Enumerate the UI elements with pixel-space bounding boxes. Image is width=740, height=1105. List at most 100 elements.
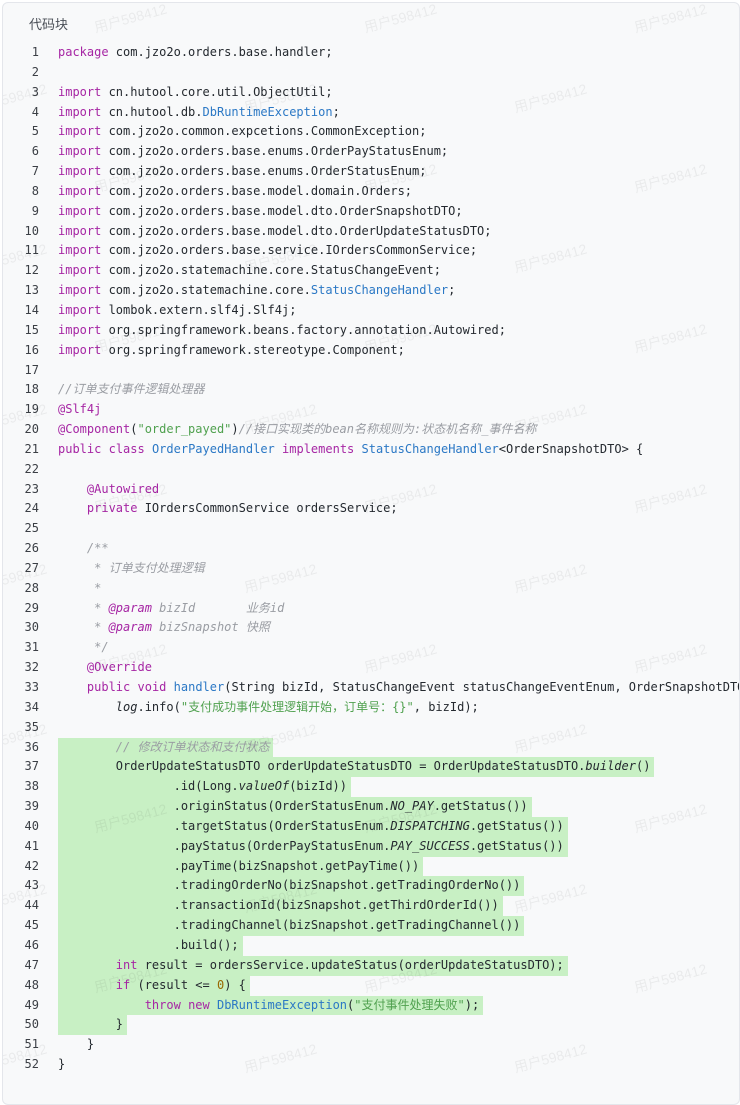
line-number: 22 xyxy=(24,461,39,476)
code-line: 27 * 订单支付处理逻辑 xyxy=(3,559,739,579)
code-line: 35 xyxy=(3,718,739,738)
code-line: 13 import com.jzo2o.statemachine.core.Sta… xyxy=(3,281,739,301)
line-text: @Component("order_payed")//接口实现类的bean名称规… xyxy=(58,422,537,437)
code-line: 8 import com.jzo2o.orders.base.model.doma… xyxy=(3,182,739,202)
line-text: @Slf4j xyxy=(58,402,102,417)
line-number: 19 xyxy=(24,402,39,417)
line-text: public class OrderPayedHandler implement… xyxy=(58,441,644,456)
line-text: public void handler(String bizId, Status… xyxy=(86,680,739,694)
code-line: 50 } xyxy=(3,1015,739,1036)
line-number: 45 xyxy=(24,918,39,933)
line-text: import com.jzo2o.orders.base.service.IOr… xyxy=(58,243,478,258)
line-number: 18 xyxy=(24,382,39,397)
code-line: 21 public class OrderPayedHandler impleme… xyxy=(3,440,739,460)
line-text: private IOrdersCommonService ordersServi… xyxy=(86,501,398,516)
line-text: */ xyxy=(58,640,109,655)
code-line: 19 @Slf4j xyxy=(3,400,739,420)
line-number: 17 xyxy=(24,362,39,377)
line-text: import cn.hutool.db.DbRuntimeException; xyxy=(58,104,340,119)
code-line: 31 */ xyxy=(3,638,739,658)
code-line: 41 .payStatus(OrderPayStatusEnum.PAY_SUC… xyxy=(3,836,739,857)
line-number: 37 xyxy=(24,759,39,774)
code-line: 32 @Override xyxy=(3,658,739,678)
line-number: 25 xyxy=(24,521,39,536)
line-text: log.info("支付成功事件处理逻辑开始，订单号：{}", bizId); xyxy=(115,699,479,714)
line-number: 34 xyxy=(24,699,39,714)
code-block-panel: 代码块 1 package com.jzo2o.orders.base.handl… xyxy=(2,2,740,1105)
code-line: 10 import com.jzo2o.orders.base.model.dto… xyxy=(3,222,739,242)
code-line: 43 .tradingOrderNo(bizSnapshot.getTradin… xyxy=(3,876,739,897)
code-line: 18 //订单支付事件逻辑处理器 xyxy=(3,380,739,400)
line-text: * xyxy=(58,580,102,595)
code-line: 30 * @param bizSnapshot 快照 xyxy=(3,618,739,638)
line-number: 1 xyxy=(31,45,39,59)
code-line: 11 import com.jzo2o.orders.base.service.I… xyxy=(3,241,739,261)
code-block-title: 代码块 xyxy=(29,17,69,32)
code-line: 38 .id(Long.valueOf(bizId)) xyxy=(3,777,739,798)
code-line: 42 .payTime(bizSnapshot.getPayTime()) xyxy=(3,856,739,877)
line-text: .originStatus(OrderStatusEnum.NO_PAY.get… xyxy=(58,799,528,814)
line-text: * @param bizSnapshot 快照 xyxy=(58,620,270,635)
line-text: .tradingOrderNo(bizSnapshot.getTradingOr… xyxy=(58,878,521,893)
line-number: 35 xyxy=(24,719,39,734)
line-text: import com.jzo2o.orders.base.model.dto.O… xyxy=(58,203,463,218)
line-number: 16 xyxy=(24,342,39,357)
line-number: 8 xyxy=(31,183,39,198)
line-number: 12 xyxy=(24,263,39,278)
code-line: 20 @Component("order_payed")//接口实现类的bean名… xyxy=(3,420,739,440)
line-number: 47 xyxy=(24,957,39,972)
line-number: 33 xyxy=(24,680,39,694)
line-text: } xyxy=(58,1037,95,1052)
line-number: 14 xyxy=(24,302,39,317)
line-text: throw new DbRuntimeException("支付事件处理失败")… xyxy=(144,997,480,1012)
line-text: @Override xyxy=(86,660,152,675)
line-text: } xyxy=(58,1017,124,1032)
line-number: 31 xyxy=(24,640,39,655)
code-line: 17 xyxy=(3,361,739,381)
code-line: 16 import org.springframework.stereotype.… xyxy=(3,341,739,361)
code-line: 24 private IOrdersCommonService ordersSe… xyxy=(3,499,739,519)
code-line: 52} xyxy=(3,1055,739,1075)
code-line: 28 * xyxy=(3,579,739,599)
line-text: import com.jzo2o.orders.base.enums.Order… xyxy=(58,144,449,159)
code-line: 3 import cn.hutool.core.util.ObjectUtil; xyxy=(3,83,739,103)
code-line: 22 xyxy=(3,460,739,480)
line-number: 40 xyxy=(24,818,39,833)
code-line: 25 xyxy=(3,519,739,539)
line-number: 41 xyxy=(24,838,39,853)
line-number: 3 xyxy=(31,84,39,99)
line-number: 13 xyxy=(24,283,39,298)
line-number: 11 xyxy=(24,243,39,258)
line-number: 6 xyxy=(31,144,39,159)
line-number: 50 xyxy=(24,1017,39,1032)
line-text: import org.springframework.beans.factory… xyxy=(58,322,506,337)
code-line: 14 import lombok.extern.slf4j.Slf4j; xyxy=(3,301,739,321)
line-text: int result = ordersService.updateStatus(… xyxy=(115,957,564,972)
code-line: 29 * @param bizId 业务id xyxy=(3,599,739,619)
line-text: @Autowired xyxy=(86,481,160,496)
line-text: /** xyxy=(58,541,109,556)
line-text: * 订单支付处理逻辑 xyxy=(58,560,205,575)
line-number: 36 xyxy=(24,739,39,754)
code-line: 15 import org.springframework.beans.facto… xyxy=(3,321,739,341)
line-text: package com.jzo2o.orders.base.handler; xyxy=(58,45,333,59)
line-text: import lombok.extern.slf4j.Slf4j; xyxy=(58,302,297,317)
code-listing[interactable]: 1 package com.jzo2o.orders.base.handler; 2… xyxy=(3,43,739,1075)
line-number: 51 xyxy=(24,1037,39,1052)
line-number: 7 xyxy=(31,164,39,179)
code-line: 9 import com.jzo2o.orders.base.model.dto.… xyxy=(3,202,739,222)
line-number: 4 xyxy=(31,104,39,119)
line-number: 24 xyxy=(24,501,39,516)
code-line: 7 import com.jzo2o.orders.base.enums.Orde… xyxy=(3,162,739,182)
line-number: 30 xyxy=(24,620,39,635)
code-line: 33 public void handler(String bizId, Sta… xyxy=(3,678,739,698)
line-number: 28 xyxy=(24,580,39,595)
code-line: 45 .tradingChannel(bizSnapshot.getTradin… xyxy=(3,916,739,936)
line-text: } xyxy=(58,1057,66,1072)
code-line: 49 throw new DbRuntimeException("支付事件处理失… xyxy=(3,995,739,1016)
code-line: 44 .transactionId(bizSnapshot.getThirdOr… xyxy=(3,896,739,917)
code-line: 23 @Autowired xyxy=(3,480,739,500)
line-text: import cn.hutool.core.util.ObjectUtil; xyxy=(58,84,333,99)
line-number: 9 xyxy=(31,203,39,218)
line-text: .payStatus(OrderPayStatusEnum.PAY_SUCCES… xyxy=(58,838,564,853)
